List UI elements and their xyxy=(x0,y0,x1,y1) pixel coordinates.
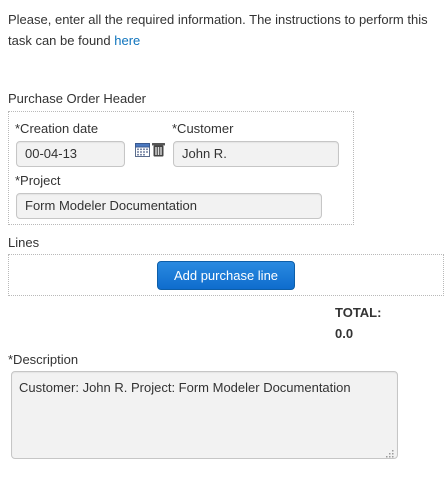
description-text: Customer: John R. Project: Form Modeler … xyxy=(19,380,351,395)
lines-title: Lines xyxy=(8,235,40,250)
total-value: 0.0 xyxy=(335,326,354,341)
instructions-text: Please, enter all the required informati… xyxy=(8,9,440,51)
purchase-order-header-fieldset: *Creation date 00-04-13 *Customer John R… xyxy=(8,111,354,225)
description-textarea[interactable]: Customer: John R. Project: Form Modeler … xyxy=(11,371,398,459)
customer-input[interactable]: John R. xyxy=(173,141,339,167)
calendar-icon[interactable] xyxy=(135,142,150,157)
project-label: *Project xyxy=(15,173,61,188)
add-purchase-line-button[interactable]: Add purchase line xyxy=(157,261,295,290)
creation-date-input[interactable]: 00-04-13 xyxy=(16,141,125,167)
customer-label: *Customer xyxy=(172,121,234,136)
total-label: TOTAL: xyxy=(335,305,382,320)
resize-handle-icon[interactable] xyxy=(385,446,394,458)
purchase-order-header-title: Purchase Order Header xyxy=(8,91,147,106)
creation-date-label: *Creation date xyxy=(15,121,99,136)
instructions-link[interactable]: here xyxy=(114,33,140,48)
trash-icon[interactable] xyxy=(151,142,166,157)
instructions-body: Please, enter all the required informati… xyxy=(8,12,428,48)
description-label: *Description xyxy=(8,352,79,367)
project-input[interactable]: Form Modeler Documentation xyxy=(16,193,322,219)
